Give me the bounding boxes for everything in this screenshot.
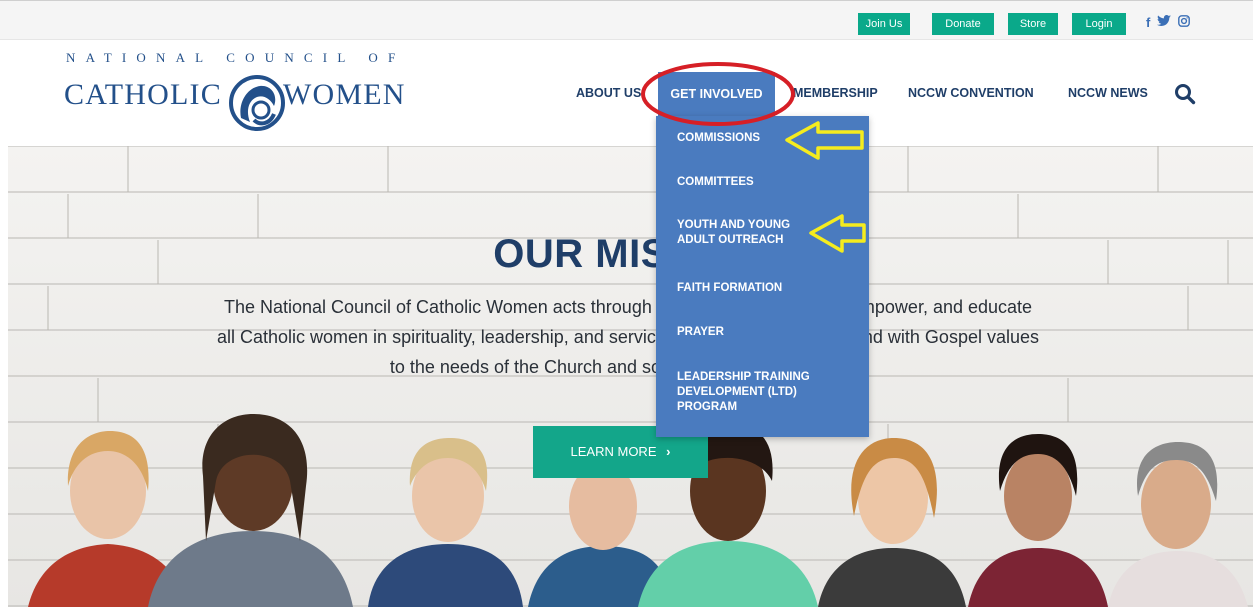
top-utility-bar: Join Us Donate Store Login f xyxy=(0,0,1253,40)
nav-get-involved[interactable]: GET INVOLVED xyxy=(658,72,775,116)
logo-word-women: WOMEN xyxy=(283,78,406,111)
nav-nccw-convention[interactable]: NCCW CONVENTION xyxy=(908,86,1034,100)
hero-title: OUR MISSION xyxy=(493,232,768,276)
dropdown-item-faith-formation[interactable]: FAITH FORMATION xyxy=(677,281,857,296)
chevron-right-icon: › xyxy=(666,444,671,459)
search-icon[interactable] xyxy=(1174,83,1196,105)
nav-nccw-news[interactable]: NCCW NEWS xyxy=(1068,86,1148,100)
dropdown-item-committees[interactable]: COMMITTEES xyxy=(677,175,857,190)
get-involved-dropdown: COMMISSIONS COMMITTEES YOUTH AND YOUNG A… xyxy=(656,116,869,437)
social-links: f xyxy=(1146,14,1191,32)
twitter-icon[interactable] xyxy=(1157,15,1172,31)
hero-mission-text: The National Council of Catholic Women a… xyxy=(216,297,1039,377)
login-button[interactable]: Login xyxy=(1072,13,1126,35)
site-header: NATIONAL COUNCIL OF CATHOLIC WOMEN ABOUT… xyxy=(0,40,1253,146)
dropdown-item-prayer[interactable]: PRAYER xyxy=(677,325,857,340)
dropdown-item-youth-outreach[interactable]: YOUTH AND YOUNG ADULT OUTREACH xyxy=(677,218,797,248)
instagram-icon[interactable] xyxy=(1178,15,1191,31)
facebook-icon[interactable]: f xyxy=(1146,15,1150,31)
logo-top-line: NATIONAL COUNCIL OF xyxy=(66,50,406,65)
dropdown-item-commissions[interactable]: COMMISSIONS xyxy=(677,131,857,146)
learn-more-label: LEARN MORE xyxy=(570,444,657,459)
store-button[interactable]: Store xyxy=(1008,13,1058,35)
nav-about-us[interactable]: ABOUT US xyxy=(576,86,641,100)
dropdown-item-leadership-training[interactable]: LEADERSHIP TRAINING DEVELOPMENT (LTD) PR… xyxy=(677,370,827,415)
donate-button[interactable]: Donate xyxy=(932,13,994,35)
mother-child-emblem-icon xyxy=(229,75,285,131)
nav-membership[interactable]: MEMBERSHIP xyxy=(793,86,878,100)
join-us-button[interactable]: Join Us xyxy=(858,13,910,35)
hero-banner: OUR MISSION The National Council of Cath… xyxy=(8,146,1253,607)
logo-word-catholic: CATHOLIC xyxy=(64,78,222,111)
